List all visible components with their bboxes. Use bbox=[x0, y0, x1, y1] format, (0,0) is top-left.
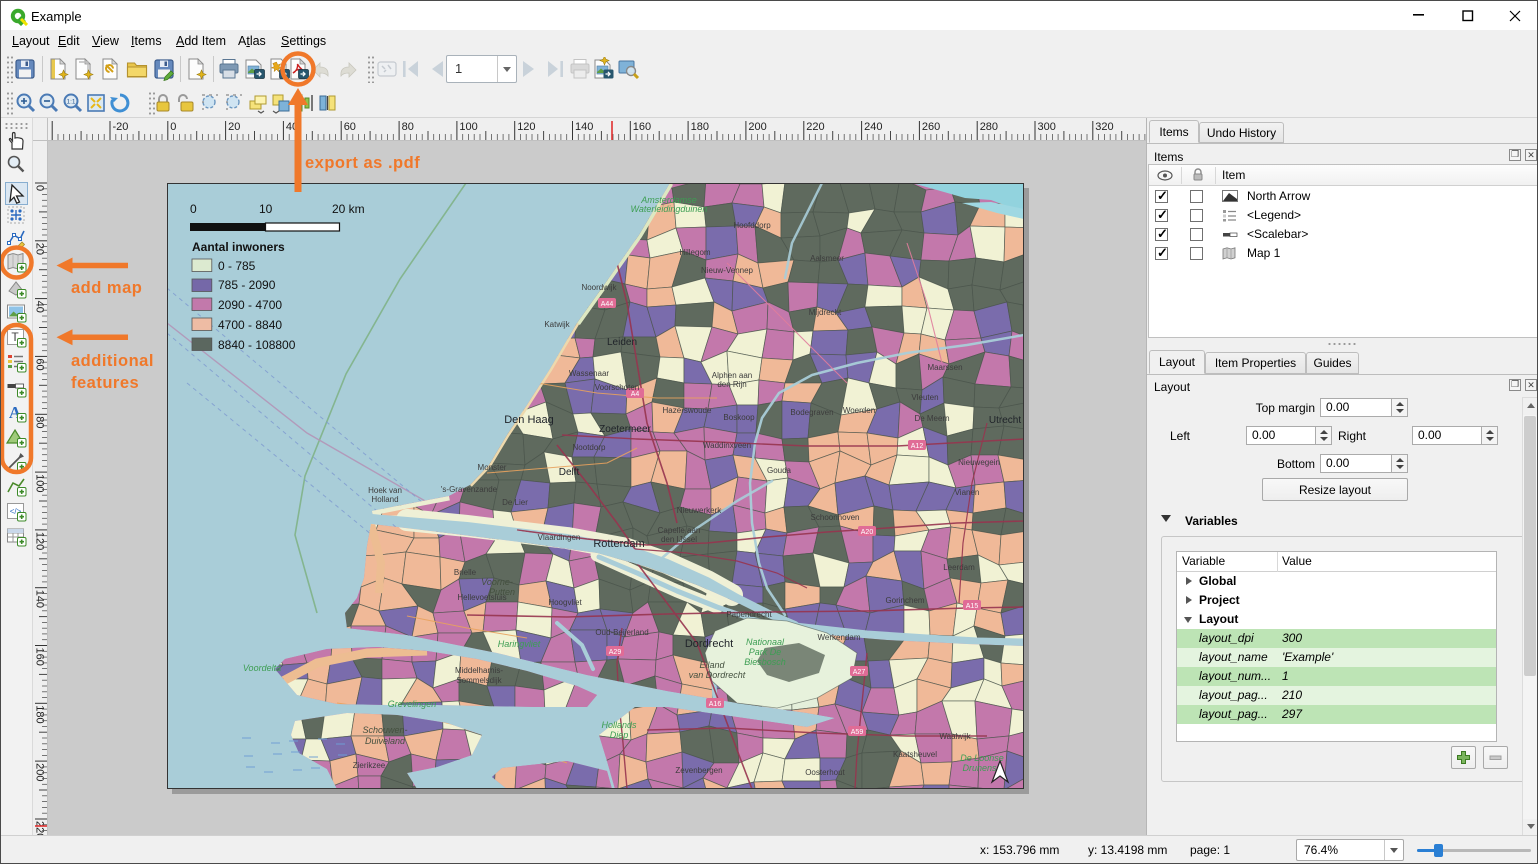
svg-text:Middelharnis-: Middelharnis- bbox=[455, 666, 503, 675]
svg-text:Werkendam: Werkendam bbox=[818, 633, 861, 642]
svg-text:A27: A27 bbox=[853, 669, 866, 676]
svg-text:A16: A16 bbox=[709, 701, 722, 708]
svg-text:van Dordrecht: van Dordrecht bbox=[689, 670, 746, 680]
svg-text:Voordelta: Voordelta bbox=[243, 663, 281, 673]
svg-text:220: 220 bbox=[34, 821, 46, 835]
svg-text:Diep: Diep bbox=[610, 730, 629, 740]
svg-text:Biesbosch: Biesbosch bbox=[744, 657, 786, 667]
svg-text:Park De: Park De bbox=[749, 647, 782, 657]
svg-text:Kaatsheuvel: Kaatsheuvel bbox=[893, 750, 937, 759]
svg-text:Sommelsdijk: Sommelsdijk bbox=[456, 676, 502, 685]
svg-text:Schouwen-: Schouwen- bbox=[362, 725, 407, 735]
svg-text:Zierikzee: Zierikzee bbox=[353, 761, 386, 770]
svg-text:De Loonse: De Loonse bbox=[960, 753, 1004, 763]
svg-text:Hollands: Hollands bbox=[601, 720, 637, 730]
svg-text:Waalwijk: Waalwijk bbox=[939, 732, 971, 741]
svg-text:Nationaal: Nationaal bbox=[746, 637, 785, 647]
svg-text:Duiveland: Duiveland bbox=[365, 736, 406, 746]
svg-text:A59: A59 bbox=[851, 729, 864, 736]
svg-text:Dordrecht: Dordrecht bbox=[685, 638, 733, 650]
svg-text:Oosterhout: Oosterhout bbox=[805, 768, 845, 777]
svg-text:Oud-Beijerland: Oud-Beijerland bbox=[595, 628, 648, 637]
svg-text:A29: A29 bbox=[609, 649, 622, 656]
svg-text:Grevelingen: Grevelingen bbox=[388, 699, 437, 709]
svg-text:Zevenbergen: Zevenbergen bbox=[675, 766, 722, 775]
svg-text:Haringvliet: Haringvliet bbox=[498, 639, 541, 649]
svg-text:Eiland: Eiland bbox=[699, 660, 725, 670]
